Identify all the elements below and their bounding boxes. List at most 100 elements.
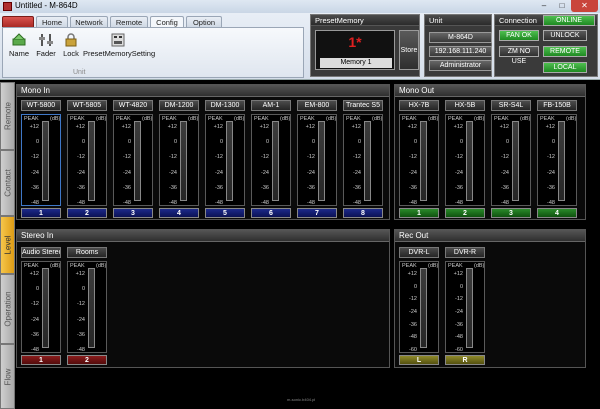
channel-name[interactable]: AM-1 bbox=[251, 100, 291, 111]
channel-name[interactable]: EM-800 bbox=[297, 100, 337, 111]
level-meter: PEAK (dB) +12 0 -12 -24 -36 -48 -60 bbox=[399, 261, 439, 353]
channel-index[interactable]: R bbox=[445, 355, 485, 365]
meter-tick: -12 bbox=[261, 154, 269, 161]
peak-label: PEAK bbox=[24, 116, 39, 122]
meter-tick: -24 bbox=[31, 316, 39, 323]
channel-name[interactable]: Audio Stereo bbox=[21, 247, 61, 258]
maximize-button[interactable]: □ bbox=[553, 0, 571, 12]
channel-index[interactable]: 8 bbox=[343, 208, 383, 218]
online-status: ONLINE bbox=[543, 15, 595, 26]
fan-status: FAN OK bbox=[499, 30, 539, 41]
tab-home[interactable]: Home bbox=[36, 16, 68, 27]
meter-tick: -12 bbox=[123, 154, 131, 161]
channel-index[interactable]: 3 bbox=[491, 208, 531, 218]
db-label: (dB) bbox=[188, 116, 199, 122]
close-button[interactable]: ✕ bbox=[571, 0, 598, 12]
channel-index[interactable]: 2 bbox=[67, 355, 107, 365]
channel-index[interactable]: 4 bbox=[537, 208, 577, 218]
tab-remote[interactable]: Remote bbox=[110, 16, 148, 27]
channel-name[interactable]: WT-4820 bbox=[113, 100, 153, 111]
channel-index[interactable]: 6 bbox=[251, 208, 291, 218]
level-meter: PEAK (dB) +12 0 -12 -24 -36 -48 bbox=[297, 114, 337, 206]
mono-out-panel: Mono Out HX-7B PEAK (dB) +12 0 -12 -24 -36 -48 1 H… bbox=[394, 84, 586, 220]
tab-file[interactable] bbox=[2, 16, 34, 27]
channel-name[interactable]: DVR-R bbox=[445, 247, 485, 258]
meter-tick: -48 bbox=[307, 200, 315, 206]
channel-index[interactable]: 2 bbox=[445, 208, 485, 218]
meter-tick: -36 bbox=[353, 184, 361, 191]
channel-index[interactable]: 5 bbox=[205, 208, 245, 218]
channel-index[interactable]: 1 bbox=[399, 208, 439, 218]
channel-name[interactable]: WT-5805 bbox=[67, 100, 107, 111]
channel-index[interactable]: 3 bbox=[113, 208, 153, 218]
meter-bar bbox=[420, 268, 427, 348]
stereo-in-title: Stereo In bbox=[17, 230, 389, 242]
channel-index[interactable]: L bbox=[399, 355, 439, 365]
meter-tick: -12 bbox=[307, 154, 315, 161]
channel-index[interactable]: 2 bbox=[67, 208, 107, 218]
title-bar: Untitled - M-864D – □ ✕ bbox=[0, 0, 600, 13]
meter-tick: -48 bbox=[353, 200, 361, 206]
channel-name[interactable]: Trantec S5 bbox=[343, 100, 383, 111]
meter-tick: -24 bbox=[123, 169, 131, 176]
sidetab-remote[interactable]: Remote bbox=[0, 82, 15, 150]
meter-tick: -24 bbox=[547, 169, 555, 176]
unlock-button[interactable]: UNLOCK bbox=[543, 30, 587, 41]
sidetab-contact[interactable]: Contact bbox=[0, 150, 15, 216]
lock-icon bbox=[65, 33, 77, 47]
channel-strip: EM-800 PEAK (dB) +12 0 -12 -24 -36 -48 7 bbox=[297, 100, 337, 220]
channel-name[interactable]: Rooms bbox=[67, 247, 107, 258]
meter-tick: -12 bbox=[409, 296, 417, 303]
meter-bar bbox=[558, 121, 565, 201]
channel-index[interactable]: 7 bbox=[297, 208, 337, 218]
level-meter: PEAK (dB) +12 0 -12 -24 -36 -48 bbox=[21, 114, 61, 206]
unit-user[interactable]: Administrator bbox=[429, 60, 492, 71]
meter-tick: -36 bbox=[169, 184, 177, 191]
tab-option[interactable]: Option bbox=[186, 16, 222, 27]
remote-button[interactable]: REMOTE bbox=[543, 46, 587, 57]
channel-strip: HX-5B PEAK (dB) +12 0 -12 -24 -36 -48 2 bbox=[445, 100, 485, 220]
sidetab-flow[interactable]: Flow bbox=[0, 344, 15, 409]
channel-name[interactable]: HX-7B bbox=[399, 100, 439, 111]
meter-tick: -48 bbox=[169, 200, 177, 206]
meter-bar bbox=[180, 121, 187, 201]
channel-name[interactable]: DM-1300 bbox=[205, 100, 245, 111]
channel-name[interactable]: DVR-L bbox=[399, 247, 439, 258]
fader-button[interactable]: Fader bbox=[33, 31, 59, 76]
level-meter: PEAK (dB) +12 0 -12 -24 -36 -48 bbox=[399, 114, 439, 206]
channel-name[interactable]: SR-S4L bbox=[491, 100, 531, 111]
preset-memory-header: PresetMemory bbox=[311, 15, 419, 26]
unit-header: Unit bbox=[425, 15, 491, 26]
channel-name[interactable]: FB-150B bbox=[537, 100, 577, 111]
peak-label: PEAK bbox=[24, 263, 39, 269]
sidetab-operation[interactable]: Operation bbox=[0, 274, 15, 344]
preset-memory-icon bbox=[111, 33, 125, 47]
channel-index[interactable]: 4 bbox=[159, 208, 199, 218]
meter-tick: +12 bbox=[305, 124, 315, 130]
meter-bar bbox=[512, 121, 519, 201]
local-button[interactable]: LOCAL bbox=[543, 62, 587, 73]
meter-tick: -48 bbox=[215, 200, 223, 206]
channel-name[interactable]: WT-5800 bbox=[21, 100, 61, 111]
channel-strip: WT-4820 PEAK (dB) +12 0 -12 -24 -36 -48 3 bbox=[113, 100, 153, 220]
sidetab-level[interactable]: Level bbox=[0, 216, 15, 274]
meter-tick: -48 bbox=[455, 334, 463, 341]
meter-tick: -60 bbox=[455, 347, 463, 353]
preset-memory-setting-button[interactable]: PresetMemorySetting bbox=[83, 31, 155, 76]
meter-tick: -12 bbox=[77, 154, 85, 161]
channel-index[interactable]: 1 bbox=[21, 208, 61, 218]
minimize-button[interactable]: – bbox=[535, 0, 553, 12]
channel-name[interactable]: HX-5B bbox=[445, 100, 485, 111]
channel-strip: DVR-R PEAK (dB) +12 0 -12 -24 -36 -48 -60 R bbox=[445, 247, 485, 367]
level-meter: PEAK (dB) +12 0 -12 -24 -36 -48 bbox=[445, 114, 485, 206]
channel-strip: DM-1300 PEAK (dB) +12 0 -12 -24 -36 -48 5 bbox=[205, 100, 245, 220]
channel-index[interactable]: 1 bbox=[21, 355, 61, 365]
tab-config[interactable]: Config bbox=[150, 16, 184, 27]
db-label: (dB) bbox=[428, 263, 439, 269]
channel-name[interactable]: DM-1200 bbox=[159, 100, 199, 111]
preset-display[interactable]: 1* Memory 1 bbox=[315, 30, 395, 70]
store-button[interactable]: Store bbox=[399, 30, 419, 70]
tab-network[interactable]: Network bbox=[70, 16, 108, 27]
name-button[interactable]: Name bbox=[6, 31, 32, 76]
meter-bar bbox=[466, 121, 473, 201]
